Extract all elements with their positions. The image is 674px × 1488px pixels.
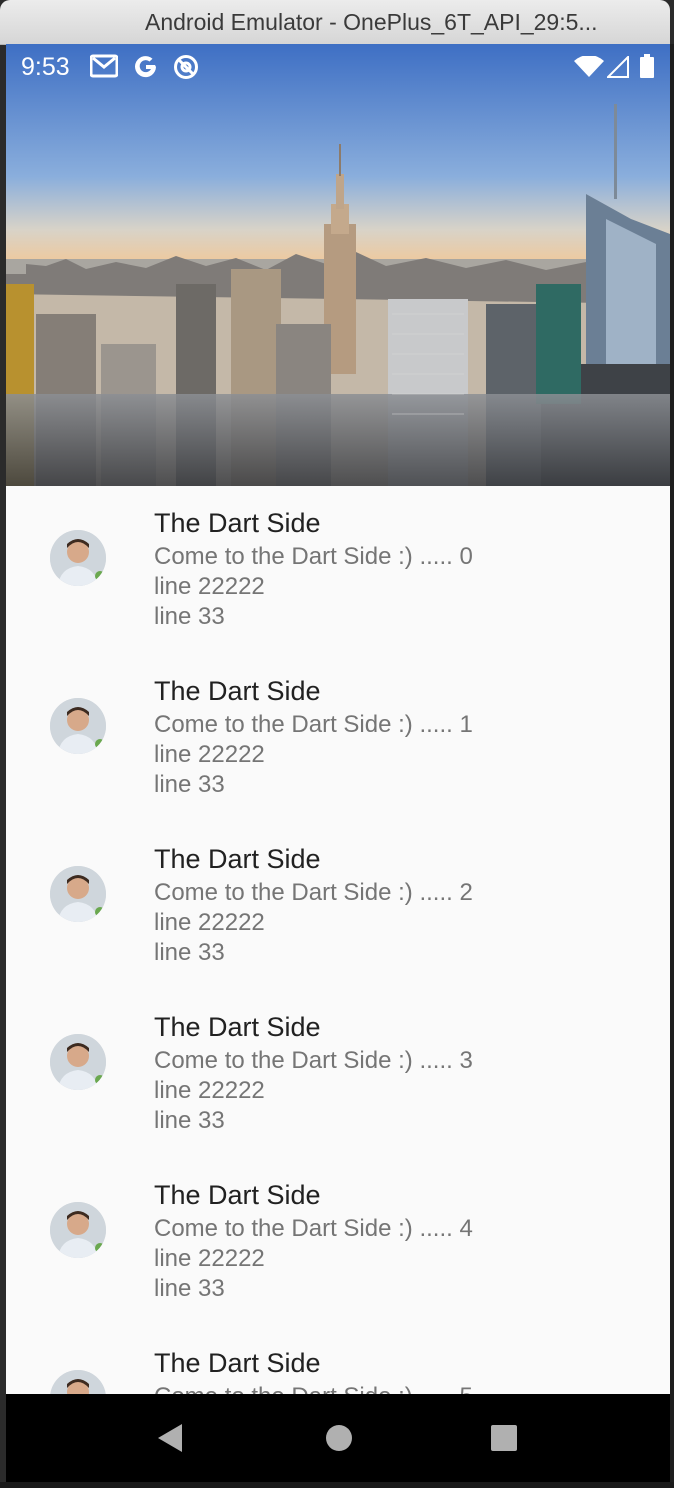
item-title: The Dart Side — [154, 676, 321, 706]
list-item[interactable]: The Dart Side Come to the Dart Side :) .… — [6, 1326, 670, 1394]
item-line-1: Come to the Dart Side :) ..... 1 — [154, 711, 473, 738]
item-line-3: line 33 — [154, 1275, 225, 1302]
status-bar: 9:53 — [6, 44, 670, 90]
city-skyline-photo — [6, 44, 670, 486]
item-line-1: Come to the Dart Side :) ..... 3 — [154, 1047, 473, 1074]
item-title: The Dart Side — [154, 1180, 321, 1210]
item-line-3: line 33 — [154, 771, 225, 798]
item-subtitle: Come to the Dart Side :) ..... 0 line 22… — [154, 542, 473, 632]
item-subtitle: Come to the Dart Side :) ..... 5 — [154, 1382, 473, 1394]
avatar — [50, 530, 106, 586]
back-icon[interactable] — [156, 1422, 186, 1459]
item-line-3: line 33 — [154, 939, 225, 966]
item-line-2: line 22222 — [154, 1245, 265, 1272]
list-item[interactable]: The Dart Side Come to the Dart Side :) .… — [6, 654, 670, 822]
window-bottom-edge — [0, 1482, 674, 1488]
avatar — [50, 1370, 106, 1394]
hero-image: 9:53 — [6, 44, 670, 486]
item-title: The Dart Side — [154, 1012, 321, 1042]
item-subtitle: Come to the Dart Side :) ..... 4 line 22… — [154, 1214, 473, 1304]
item-line-2: line 22222 — [154, 741, 265, 768]
avatar — [50, 1034, 106, 1090]
status-time: 9:53 — [21, 53, 70, 81]
item-title: The Dart Side — [154, 1348, 321, 1378]
item-line-1: Come to the Dart Side :) ..... 2 — [154, 879, 473, 906]
item-title: The Dart Side — [154, 508, 321, 538]
emulator-title-bar: Android Emulator - OnePlus_6T_API_29:5..… — [0, 0, 670, 45]
item-line-3: line 33 — [154, 603, 225, 630]
item-line-1: Come to the Dart Side :) ..... 5 — [154, 1382, 473, 1394]
list-item[interactable]: The Dart Side Come to the Dart Side :) .… — [6, 1158, 670, 1326]
avatar — [50, 698, 106, 754]
list-item[interactable]: The Dart Side Come to the Dart Side :) .… — [6, 486, 670, 654]
device-screen: 9:53 The Dart Side Come to the Dart Side… — [6, 44, 670, 1394]
avatar — [50, 1202, 106, 1258]
message-list[interactable]: The Dart Side Come to the Dart Side :) .… — [6, 486, 670, 1394]
item-line-2: line 22222 — [154, 573, 265, 600]
item-line-1: Come to the Dart Side :) ..... 4 — [154, 1215, 473, 1242]
item-title: The Dart Side — [154, 844, 321, 874]
list-item[interactable]: The Dart Side Come to the Dart Side :) .… — [6, 822, 670, 990]
list-item[interactable]: The Dart Side Come to the Dart Side :) .… — [6, 990, 670, 1158]
item-line-2: line 22222 — [154, 1077, 265, 1104]
item-subtitle: Come to the Dart Side :) ..... 3 line 22… — [154, 1046, 473, 1136]
item-line-1: Come to the Dart Side :) ..... 0 — [154, 543, 473, 570]
item-subtitle: Come to the Dart Side :) ..... 2 line 22… — [154, 878, 473, 968]
home-icon[interactable] — [324, 1422, 354, 1459]
item-line-3: line 33 — [154, 1107, 225, 1134]
recents-icon[interactable] — [490, 1424, 518, 1457]
avatar — [50, 866, 106, 922]
background-window-strip — [670, 44, 674, 1488]
item-subtitle: Come to the Dart Side :) ..... 1 line 22… — [154, 710, 473, 800]
system-nav-bar — [6, 1394, 670, 1482]
window-title: Android Emulator - OnePlus_6T_API_29:5..… — [145, 9, 598, 35]
item-line-2: line 22222 — [154, 909, 265, 936]
